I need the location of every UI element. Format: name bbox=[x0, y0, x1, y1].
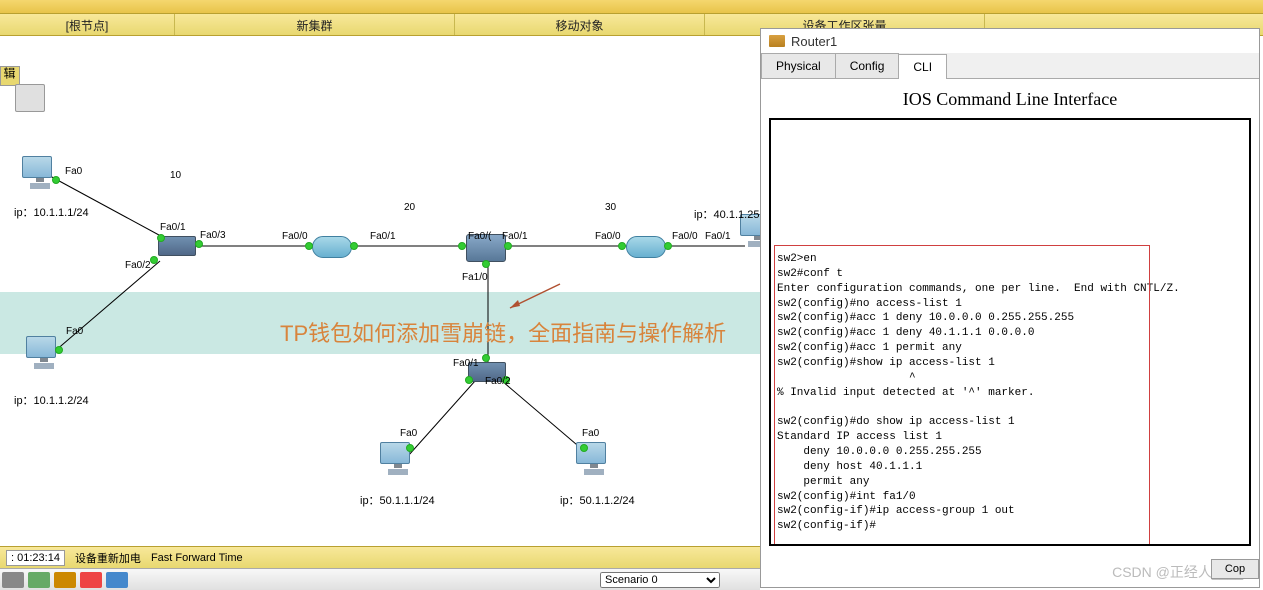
port-label: Fa0 bbox=[582, 428, 599, 439]
port-status bbox=[618, 242, 626, 250]
device-palette: Scenario 0 bbox=[0, 568, 760, 590]
port-label: Fa0/0 bbox=[595, 231, 621, 242]
port-status bbox=[406, 444, 414, 452]
tab-move-object[interactable]: 移动对象 bbox=[455, 14, 705, 35]
ip-label-pc5: ip：40.1.1.25 bbox=[694, 206, 759, 222]
csdn-watermark: CSDN @正经人____ bbox=[1112, 562, 1243, 582]
port-status bbox=[52, 176, 60, 184]
port-label: Fa0/1 bbox=[160, 222, 186, 233]
port-label: Fa1/0 bbox=[462, 272, 488, 283]
pc-device-1[interactable] bbox=[22, 156, 58, 190]
tab-root[interactable]: [根节点] bbox=[0, 14, 175, 35]
sim-time: : 01:23:14 bbox=[6, 550, 65, 566]
port-label: Fa0/2 bbox=[485, 376, 511, 387]
port-label: Fa0/2 bbox=[125, 260, 151, 271]
cli-terminal[interactable]: sw2>en sw2#conf t Enter configuration co… bbox=[769, 118, 1251, 546]
port-label: Fa0/3 bbox=[200, 230, 226, 241]
scenario-selector[interactable]: Scenario 0 bbox=[600, 572, 720, 588]
port-status bbox=[55, 346, 63, 354]
annotation-highlight bbox=[774, 245, 1150, 545]
watermark-text: TP钱包如何添加雪崩链，全面指南与操作解析 bbox=[280, 316, 726, 348]
port-label: Fa0/1 bbox=[370, 231, 396, 242]
port-status bbox=[157, 234, 165, 242]
area-label-30: 30 bbox=[605, 202, 616, 213]
tab-config[interactable]: Config bbox=[835, 53, 900, 78]
edit-button[interactable]: 辑 bbox=[0, 66, 20, 86]
port-label: Fa0 bbox=[66, 326, 83, 337]
ip-label-pc1: ip：10.1.1.1/24 bbox=[14, 204, 89, 220]
port-status bbox=[305, 242, 313, 250]
device-type-icon[interactable] bbox=[106, 572, 128, 588]
router-device-3[interactable] bbox=[626, 236, 666, 258]
tab-cli[interactable]: CLI bbox=[898, 54, 947, 79]
port-status bbox=[482, 260, 490, 268]
window-titlebar[interactable]: Router1 bbox=[761, 29, 1259, 53]
config-tabs: Physical Config CLI bbox=[761, 53, 1259, 79]
scenario-dropdown[interactable]: Scenario 0 bbox=[600, 572, 720, 588]
ip-label-pc2: ip：10.1.1.2/24 bbox=[14, 392, 89, 408]
port-label: Fa0/1 bbox=[453, 358, 479, 369]
port-label: Fa0 bbox=[65, 166, 82, 177]
port-label: Fa0/( bbox=[468, 231, 491, 242]
device-config-window: Router1 Physical Config CLI IOS Command … bbox=[760, 28, 1260, 588]
port-label: Fa0 bbox=[400, 428, 417, 439]
area-label-10: 10 bbox=[170, 170, 181, 181]
toolbar-top bbox=[0, 0, 1263, 14]
port-label: Fa0/1 bbox=[705, 231, 731, 242]
port-status bbox=[664, 242, 672, 250]
port-label: Fa0/1 bbox=[502, 231, 528, 242]
status-bar: : 01:23:14 设备重新加电 Fast Forward Time bbox=[0, 546, 760, 568]
port-label: Fa0/0 bbox=[282, 231, 308, 242]
device-type-icon[interactable] bbox=[28, 572, 50, 588]
port-status bbox=[580, 444, 588, 452]
port-status bbox=[482, 354, 490, 362]
cli-title: IOS Command Line Interface bbox=[761, 79, 1259, 118]
window-title: Router1 bbox=[791, 34, 837, 49]
ip-label-pc3: ip：50.1.1.1/24 bbox=[360, 492, 435, 508]
note-icon[interactable] bbox=[15, 84, 45, 112]
port-status bbox=[465, 376, 473, 384]
port-label: Fa0/0 bbox=[672, 231, 698, 242]
fast-forward-label[interactable]: Fast Forward Time bbox=[151, 552, 243, 564]
port-status bbox=[350, 242, 358, 250]
port-status bbox=[504, 242, 512, 250]
router-icon bbox=[769, 35, 785, 47]
power-cycle-label[interactable]: 设备重新加电 bbox=[75, 550, 141, 566]
device-type-icon[interactable] bbox=[2, 572, 24, 588]
port-status bbox=[458, 242, 466, 250]
port-status bbox=[195, 240, 203, 248]
ip-label-pc4: ip：50.1.1.2/24 bbox=[560, 492, 635, 508]
router-device-1[interactable] bbox=[312, 236, 352, 258]
device-type-icon[interactable] bbox=[54, 572, 76, 588]
tab-physical[interactable]: Physical bbox=[761, 53, 836, 78]
tab-new-cluster[interactable]: 新集群 bbox=[175, 14, 455, 35]
area-label-20: 20 bbox=[404, 202, 415, 213]
port-status bbox=[150, 256, 158, 264]
device-type-icon[interactable] bbox=[80, 572, 102, 588]
topology-canvas[interactable]: 辑 Fa0 Fa0/1 Fa0/2 bbox=[0, 36, 760, 546]
